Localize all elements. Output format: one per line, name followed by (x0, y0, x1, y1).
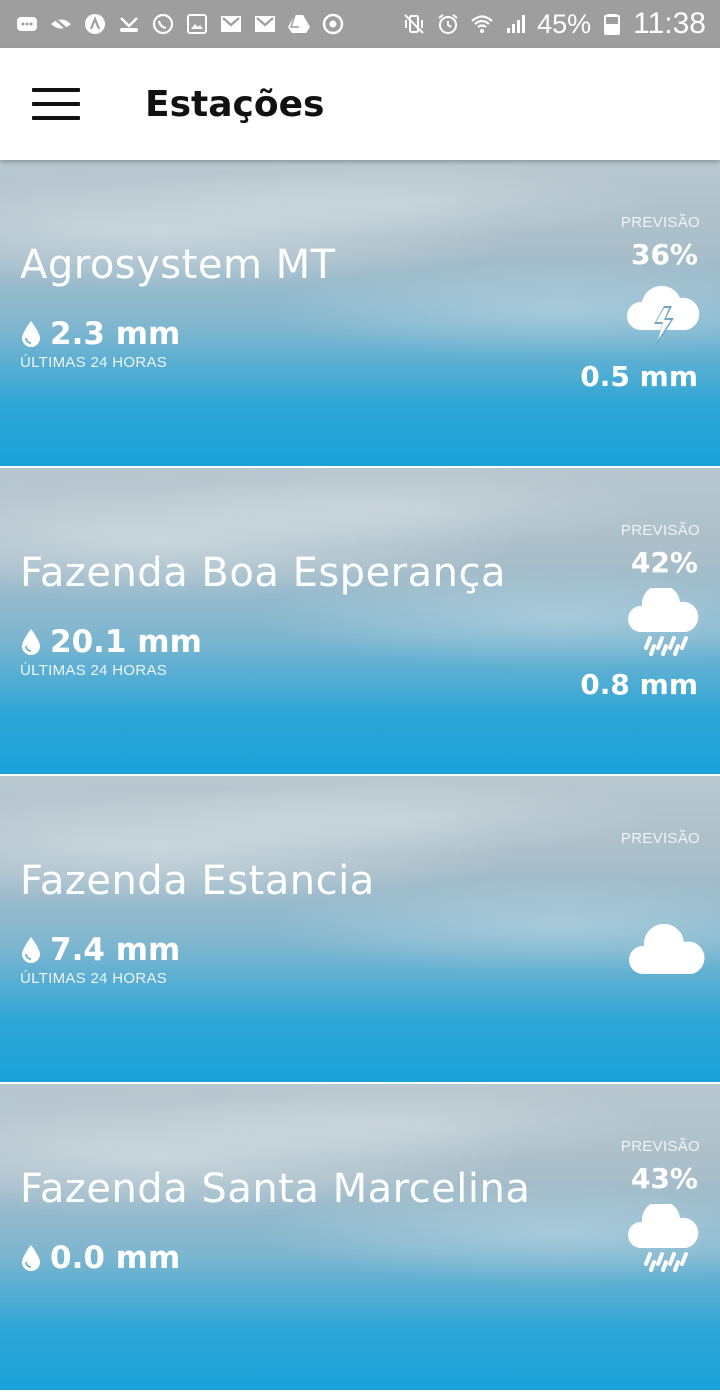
rain-row: 2.3 mm (20, 316, 180, 352)
station-card[interactable]: Fazenda Estancia 7.4 mm ÚLTIMAS 24 HORAS… (0, 776, 720, 1082)
forecast-amount: 0.5 mm (580, 360, 698, 393)
forecast-label: PREVISÃO (620, 830, 700, 847)
forecast-probability: 42% (630, 546, 698, 579)
water-drop-icon (20, 1244, 42, 1272)
station-card[interactable]: Fazenda Santa Marcelina 0.0 mm PREVISÃO … (0, 1084, 720, 1390)
notification-icons (14, 11, 346, 37)
rain-amount: 0.0 mm (50, 1240, 181, 1276)
rain-cloud-icon (624, 584, 702, 660)
rain-row: 7.4 mm (20, 932, 180, 968)
status-bar: 45% 11:38 (0, 0, 720, 48)
battery-percent: 45% (537, 8, 592, 39)
station-card[interactable]: Agrosystem MT 2.3 mm ÚLTIMAS 24 HORAS PR… (0, 160, 720, 466)
app-bar: Estações (0, 48, 720, 160)
page-title: Estações (145, 84, 325, 125)
rain-row: 0.0 mm (20, 1240, 180, 1276)
thunderstorm-icon (624, 280, 702, 352)
water-drop-icon (20, 628, 42, 656)
rain-amount: 20.1 mm (50, 624, 202, 660)
alarm-icon (435, 11, 461, 37)
rain-cloud-icon (624, 1200, 702, 1276)
station-name: Agrosystem MT (20, 242, 336, 288)
forecast-amount: 0.8 mm (580, 668, 698, 701)
forecast-probability: 43% (630, 1162, 698, 1195)
app-a-icon (82, 11, 108, 37)
drive-icon (286, 11, 312, 37)
chat-bubble-icon (14, 11, 40, 37)
water-drop-icon (20, 320, 42, 348)
whatsapp-icon (150, 11, 176, 37)
battery-icon (599, 11, 625, 37)
forecast-label: PREVISÃO (620, 1138, 700, 1155)
gmail-icon (252, 11, 278, 37)
station-list: Agrosystem MT 2.3 mm ÚLTIMAS 24 HORAS PR… (0, 160, 720, 1392)
cloud-icon (624, 916, 705, 988)
rain-amount: 7.4 mm (50, 932, 181, 968)
station-card[interactable]: Fazenda Boa Esperança 20.1 mm ÚLTIMAS 24… (0, 468, 720, 774)
station-name: Fazenda Estancia (20, 858, 375, 904)
eye-off-icon (48, 11, 74, 37)
signal-icon (503, 11, 529, 37)
vibrate-mute-icon (401, 11, 427, 37)
rain-amount: 2.3 mm (50, 316, 181, 352)
sync-icon (320, 11, 346, 37)
rain-row: 20.1 mm (20, 624, 202, 660)
missed-call-icon (116, 11, 142, 37)
station-name: Fazenda Boa Esperança (20, 550, 506, 596)
rain-period-label: ÚLTIMAS 24 HORAS (20, 970, 168, 987)
system-status: 45% 11:38 (401, 7, 706, 41)
forecast-label: PREVISÃO (620, 214, 700, 231)
menu-icon[interactable] (32, 88, 80, 122)
wifi-icon (469, 11, 495, 37)
clock: 11:38 (633, 7, 706, 40)
forecast-probability: 36% (630, 238, 698, 271)
rain-period-label: ÚLTIMAS 24 HORAS (20, 662, 168, 679)
rain-period-label: ÚLTIMAS 24 HORAS (20, 354, 168, 371)
image-icon (184, 11, 210, 37)
water-drop-icon (20, 936, 42, 964)
station-name: Fazenda Santa Marcelina (20, 1166, 531, 1212)
gmail-icon (218, 11, 244, 37)
forecast-label: PREVISÃO (620, 522, 700, 539)
